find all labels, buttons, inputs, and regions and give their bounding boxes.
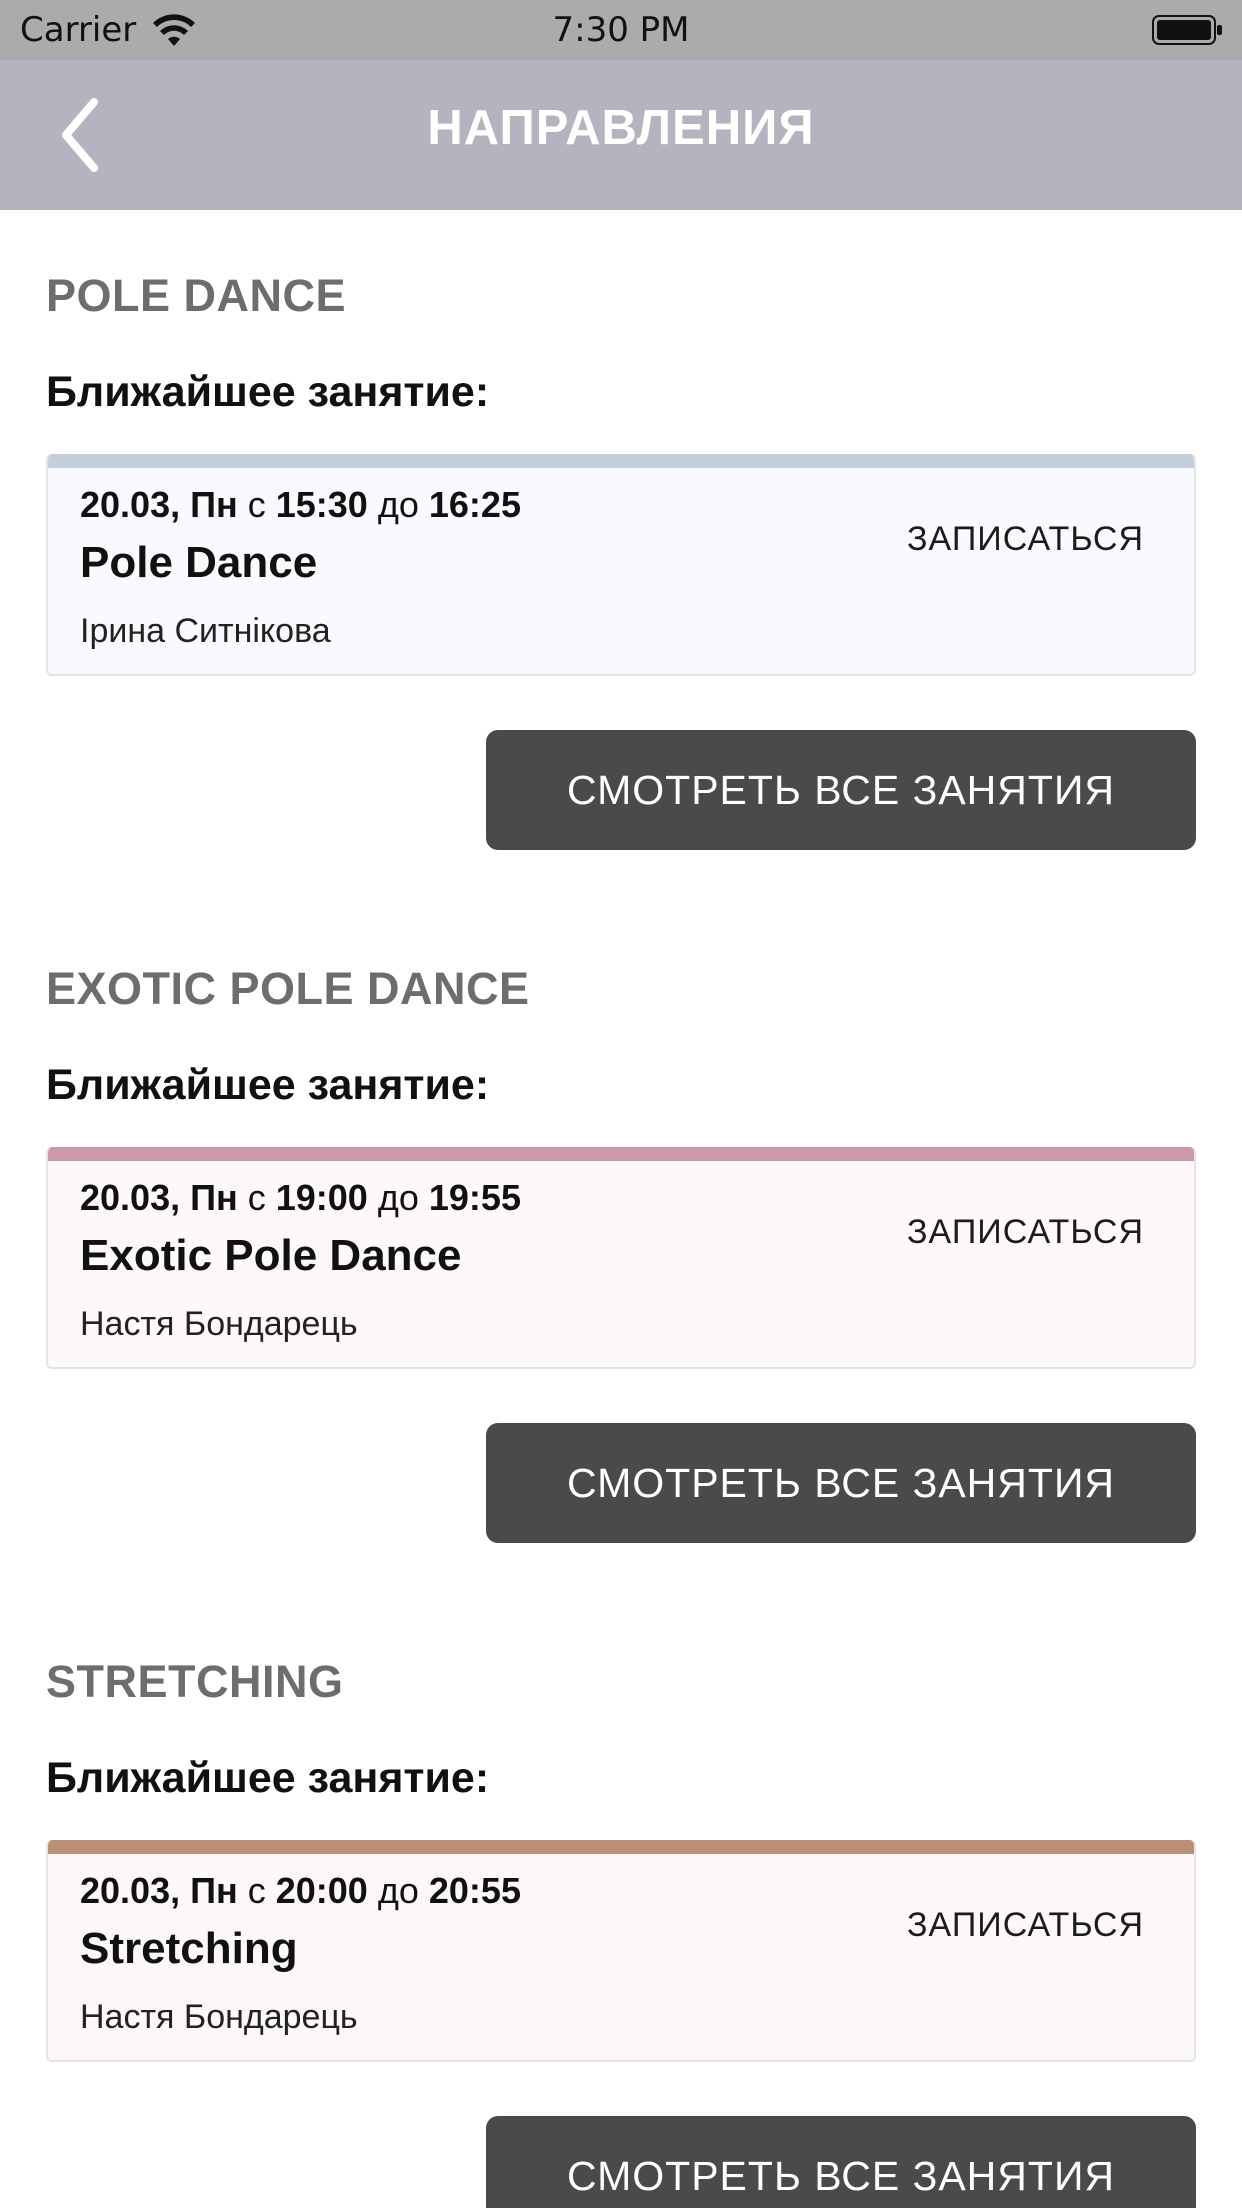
next-lesson-label: Ближайшее занятие: [46, 1754, 490, 1802]
lesson-card[interactable]: 20.03, Пн с 20:00 до 20:55 Stretching На… [46, 1840, 1196, 2062]
coach-name: Настя Бондарець [80, 1998, 358, 2036]
lesson-name: Exotic Pole Dance [80, 1231, 462, 1280]
view-all-lessons-button[interactable]: СМОТРЕТЬ ВСЕ ЗАНЯТИЯ [486, 2116, 1196, 2208]
lesson-card[interactable]: 20.03, Пн с 19:00 до 19:55 Exotic Pole D… [46, 1147, 1196, 1369]
next-lesson-label: Ближайшее занятие: [46, 1061, 490, 1109]
lesson-name: Pole Dance [80, 538, 318, 587]
view-all-lessons-button[interactable]: СМОТРЕТЬ ВСЕ ЗАНЯТИЯ [486, 1423, 1196, 1543]
clock-label: 7:30 PM [552, 10, 690, 50]
signup-button[interactable]: ЗАПИСАТЬСЯ [907, 520, 1144, 559]
card-accent-bar [48, 1147, 1194, 1161]
page-title: НАПРАВЛЕНИЯ [427, 101, 815, 155]
lesson-card[interactable]: 20.03, Пн с 15:30 до 16:25 Pole Dance Ір… [46, 454, 1196, 676]
section-title: STRETCHING [46, 1656, 344, 1707]
card-accent-bar [48, 1840, 1194, 1854]
coach-name: Настя Бондарець [80, 1305, 358, 1343]
signup-button[interactable]: ЗАПИСАТЬСЯ [907, 1906, 1144, 1945]
battery-icon [1152, 15, 1222, 45]
navigation-bar: НАПРАВЛЕНИЯ [0, 60, 1242, 210]
card-accent-bar [48, 454, 1194, 468]
next-lesson-label: Ближайшее занятие: [46, 368, 490, 416]
view-all-lessons-button[interactable]: СМОТРЕТЬ ВСЕ ЗАНЯТИЯ [486, 730, 1196, 850]
section-title: EXOTIC POLE DANCE [46, 963, 530, 1014]
lesson-datetime: 20.03, Пн с 19:00 до 19:55 [80, 1177, 521, 1218]
lesson-datetime: 20.03, Пн с 15:30 до 16:25 [80, 484, 521, 525]
section-title: POLE DANCE [46, 270, 347, 321]
lesson-datetime: 20.03, Пн с 20:00 до 20:55 [80, 1870, 521, 1911]
signup-button[interactable]: ЗАПИСАТЬСЯ [907, 1213, 1144, 1252]
coach-name: Ірина Ситнікова [80, 612, 331, 650]
status-bar: Carrier 7:30 PM [0, 0, 1242, 60]
lesson-name: Stretching [80, 1924, 298, 1973]
